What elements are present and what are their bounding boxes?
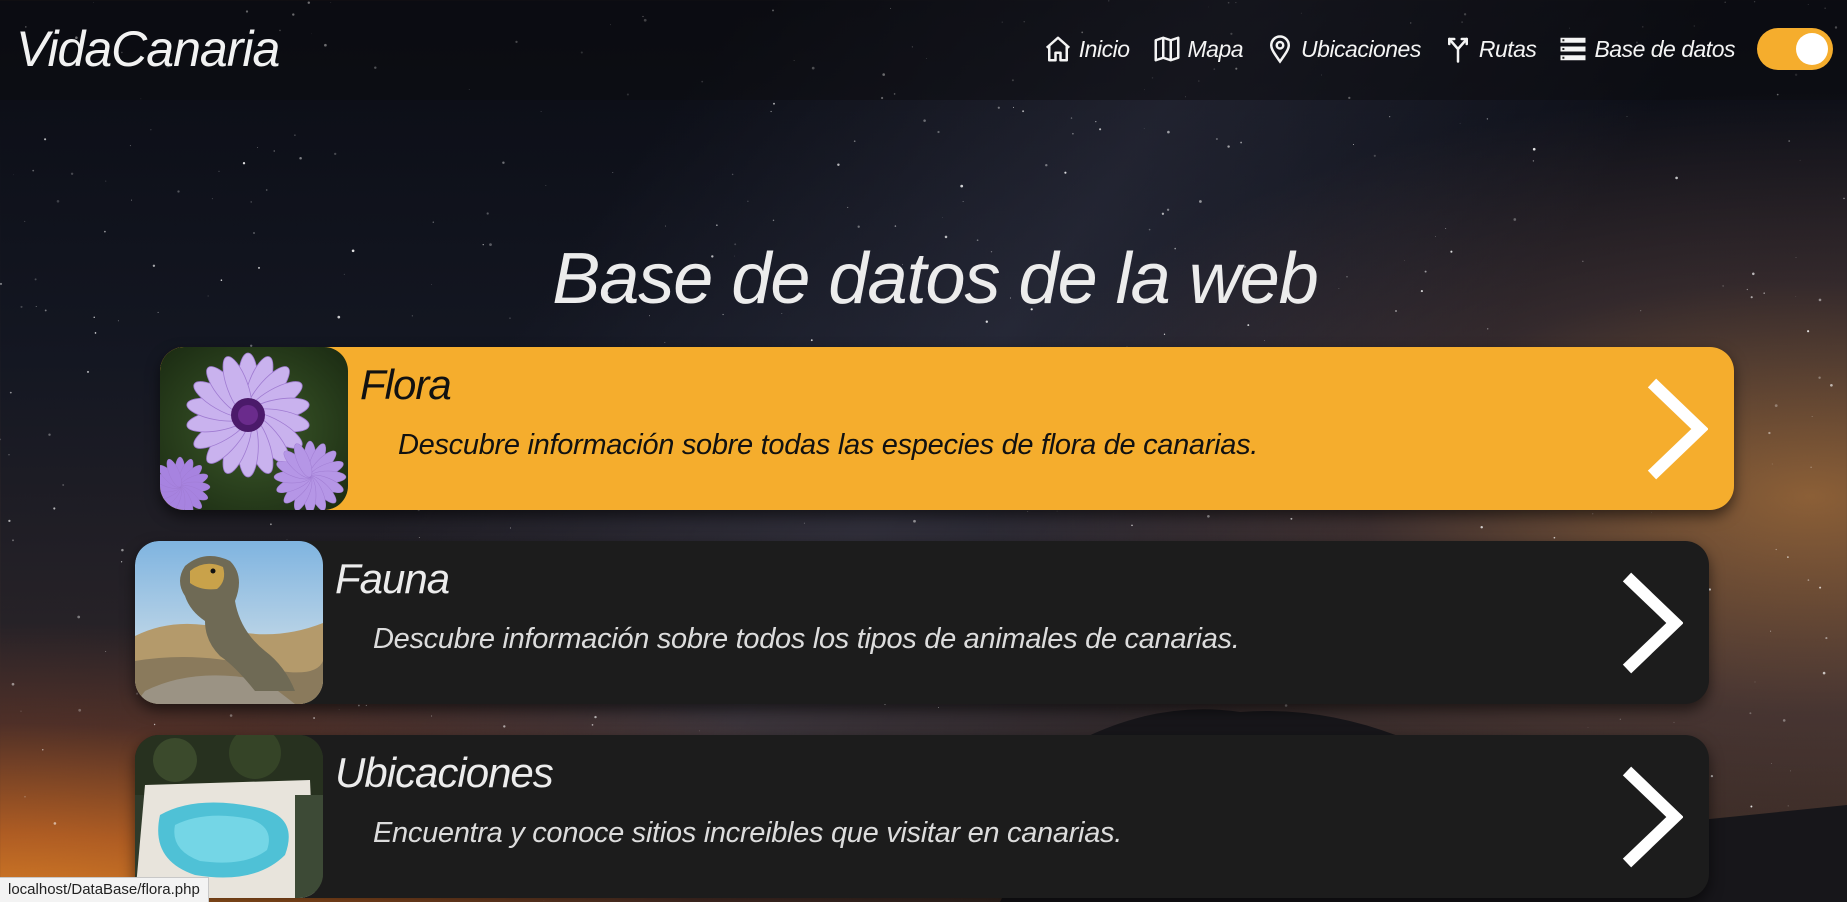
theme-toggle[interactable] xyxy=(1757,28,1833,70)
nav-item-base-de-datos[interactable]: Base de datos xyxy=(1558,34,1735,64)
card-flora[interactable]: Flora Descubre información sobre todas l… xyxy=(160,347,1734,510)
card-title: Fauna xyxy=(335,555,450,602)
chevron-right-icon[interactable] xyxy=(1644,377,1708,481)
brand-logo[interactable]: VidaCanaria xyxy=(16,20,280,78)
nav-item-inicio[interactable]: Inicio xyxy=(1043,34,1130,64)
location-pin-icon xyxy=(1270,35,1291,64)
fauna-thumbnail xyxy=(135,541,323,704)
card-description: Descubre información sobre todas las esp… xyxy=(398,429,1259,461)
flora-thumbnail xyxy=(160,347,348,510)
lizard-image xyxy=(135,541,323,704)
nav-item-rutas[interactable]: Rutas xyxy=(1443,34,1537,64)
nav-label: Inicio xyxy=(1078,35,1130,62)
database-list-icon xyxy=(1560,37,1586,61)
page-title: Base de datos de la web xyxy=(552,239,1319,320)
top-navigation-bar: VidaCanaria Inicio Mapa Ubicaciones Ruta… xyxy=(0,0,1847,100)
pool-image xyxy=(135,735,323,898)
toggle-knob xyxy=(1796,33,1828,65)
main-nav: Inicio Mapa Ubicaciones Rutas Base de da… xyxy=(1043,28,1833,70)
chevron-right-icon[interactable] xyxy=(1619,765,1683,869)
nav-label: Mapa xyxy=(1187,35,1244,62)
map-icon xyxy=(1154,36,1179,62)
chevron-right-icon[interactable] xyxy=(1619,571,1683,675)
home-icon xyxy=(1045,36,1070,62)
nav-label: Rutas xyxy=(1478,35,1537,62)
card-ubicaciones[interactable]: Ubicaciones Encuentra y conoce sitios in… xyxy=(135,735,1709,898)
card-description: Encuentra y conoce sitios increibles que… xyxy=(373,817,1122,849)
purple-flower-image xyxy=(160,347,348,510)
nav-item-mapa[interactable]: Mapa xyxy=(1152,34,1244,64)
ubicaciones-thumbnail xyxy=(135,735,323,898)
card-description: Descubre información sobre todos los tip… xyxy=(373,623,1240,655)
route-split-icon xyxy=(1447,37,1468,63)
card-title: Flora xyxy=(360,361,452,408)
nav-item-ubicaciones[interactable]: Ubicaciones xyxy=(1265,34,1421,64)
card-title: Ubicaciones xyxy=(335,749,554,796)
nav-label: Base de datos xyxy=(1594,35,1735,62)
nav-label: Ubicaciones xyxy=(1301,35,1421,62)
card-fauna[interactable]: Fauna Descubre información sobre todos l… xyxy=(135,541,1709,704)
browser-status-url: localhost/DataBase/flora.php xyxy=(0,877,209,902)
